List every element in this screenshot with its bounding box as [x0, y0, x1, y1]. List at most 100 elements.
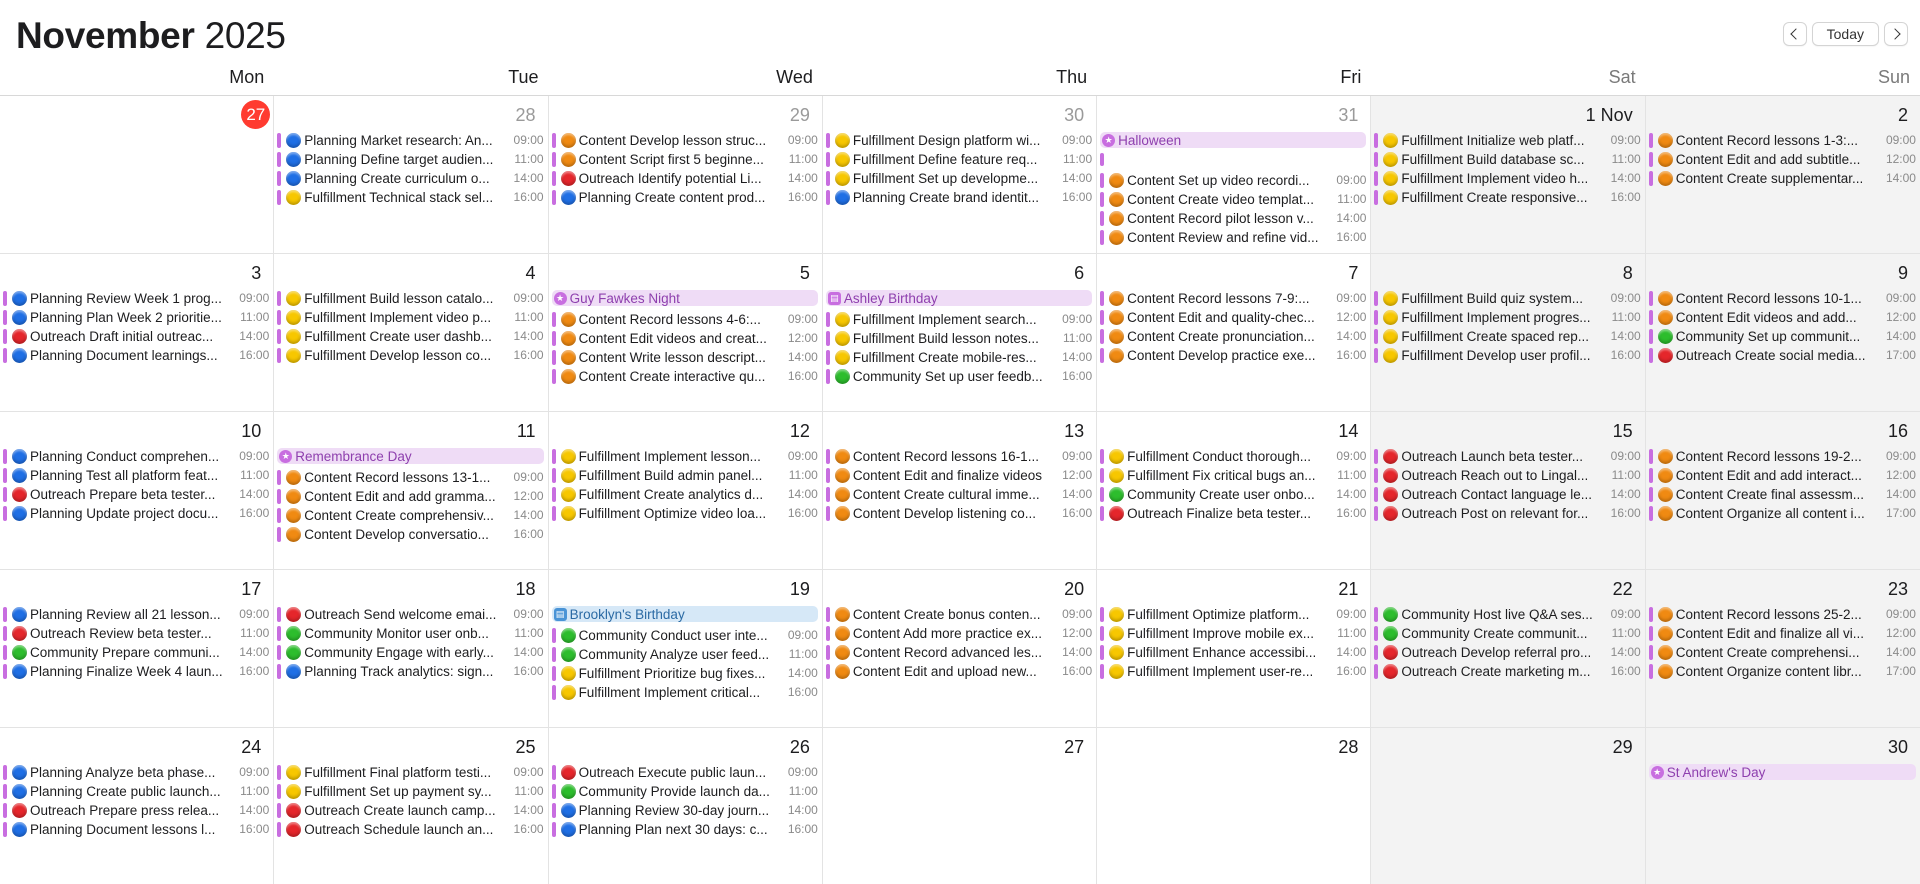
day-cell[interactable]: 28 Planning Market research: An... 09:00 Pl… — [274, 96, 549, 254]
event-item[interactable]: Fulfillment Build lesson catalo... 09:00 — [277, 289, 544, 308]
day-cell[interactable]: 19 ▤ Brooklyn's Birthday Community Conduct … — [548, 570, 823, 728]
event-item[interactable]: Fulfillment Optimize platform... 09:00 — [1100, 605, 1366, 624]
event-item[interactable]: Community Engage with early... 14:00 — [277, 643, 544, 662]
day-cell[interactable]: 26 Outreach Execute public laun... 09:00 Co… — [549, 728, 823, 884]
event-item[interactable]: Content Develop listening co... 16:00 — [825, 504, 1092, 523]
day-cell[interactable]: 29 — [1371, 728, 1646, 884]
event-item[interactable]: Fulfillment Implement video p... 11:00 — [277, 308, 544, 327]
event-item[interactable]: Planning Conduct comprehen... 09:00 — [3, 447, 269, 466]
event-item[interactable]: Community Host live Q&A ses... 09:00 — [1374, 605, 1641, 624]
event-item[interactable]: Content Record lessons 10-1... 09:00 — [1648, 289, 1916, 308]
event-item[interactable]: Outreach Prepare press relea... 14:00 — [3, 801, 269, 820]
event-item[interactable]: Outreach Prepare beta tester... 14:00 — [3, 485, 269, 504]
event-item[interactable]: Fulfillment Technical stack sel... 16:00 — [277, 188, 544, 207]
event-item[interactable]: Outreach Create marketing m... 16:00 — [1374, 662, 1641, 681]
event-item[interactable]: Content Develop lesson struc... 09:00 — [551, 131, 818, 150]
event-item[interactable]: Outreach Finalize beta tester... 16:00 — [1100, 504, 1366, 523]
event-item[interactable]: Fulfillment Build database sc... 11:00 — [1374, 150, 1641, 169]
event-item[interactable]: Planning Review all 21 lesson... 09:00 — [3, 605, 269, 624]
event-item[interactable]: Planning Plan Week 2 prioritie... 11:00 — [3, 308, 269, 327]
event-item[interactable]: Content Set up video recordi... 09:00 — [1100, 171, 1366, 190]
day-cell[interactable]: 3 Planning Review Week 1 prog... 09:00 Plan… — [0, 254, 275, 412]
event-item[interactable]: Outreach Create launch camp... 14:00 — [277, 801, 544, 820]
all-day-event[interactable]: ★ Remembrance Day — [277, 448, 544, 464]
event-item[interactable]: Content Create supplementar... 14:00 — [1648, 169, 1916, 188]
day-cell[interactable]: 10 Planning Conduct comprehen... 09:00 Plan… — [0, 412, 275, 570]
day-cell[interactable]: 5 ★ Guy Fawkes Night Content Record lessons… — [548, 254, 823, 412]
day-cell[interactable]: 13 Content Record lessons 16-1... 09:00 Con… — [822, 412, 1098, 570]
event-item[interactable]: Outreach Develop referral pro... 14:00 — [1374, 643, 1641, 662]
day-cell[interactable]: 27 — [823, 728, 1098, 884]
event-item[interactable]: Fulfillment Create spaced rep... 14:00 — [1374, 327, 1641, 346]
day-cell[interactable]: 4 Fulfillment Build lesson catalo... 09:00… — [274, 254, 549, 412]
previous-month-button[interactable] — [1782, 22, 1807, 46]
event-item[interactable]: Planning Review 30-day journ... 14:00 — [551, 801, 818, 820]
event-item[interactable]: Content Record lessons 1-3:... 09:00 — [1648, 131, 1916, 150]
event-item[interactable]: Content Organize all content i... 17:00 — [1648, 504, 1916, 523]
event-item[interactable]: Fulfillment Final platform testi... 09:00 — [277, 763, 544, 782]
event-item[interactable]: Fulfillment Implement user-re... 16:00 — [1100, 662, 1366, 681]
event-item[interactable]: Content Edit videos and creat... 12:00 — [551, 329, 818, 348]
event-item[interactable]: Planning Create brand identit... 16:00 — [825, 188, 1092, 207]
event-item[interactable]: Fulfillment Build lesson notes... 11:00 — [825, 329, 1092, 348]
day-cell[interactable]: 12 Fulfillment Implement lesson... 09:00 Fu… — [548, 412, 823, 570]
event-item[interactable]: Content Create comprehensi... 14:00 — [1648, 643, 1916, 662]
event-item[interactable]: Fulfillment Design platform wi... 09:00 — [825, 131, 1092, 150]
event-item[interactable]: Fulfillment Improve mobile ex... 11:00 — [1100, 624, 1366, 643]
event-item[interactable]: Content Create pronunciation... 14:00 — [1100, 327, 1366, 346]
event-item[interactable]: Content Edit and add interact... 12:00 — [1648, 466, 1916, 485]
event-item[interactable]: Community Provide launch da... 11:00 — [551, 782, 818, 801]
event-item[interactable]: Community Prepare communi... 14:00 — [3, 643, 269, 662]
day-cell[interactable]: 1 Nov Fulfillment Initialize web platf...… — [1371, 96, 1646, 254]
day-cell[interactable]: 27 — [0, 96, 275, 254]
event-item[interactable]: Planning Track analytics: sign... 16:00 — [277, 662, 544, 681]
event-item[interactable]: Outreach Execute public laun... 09:00 — [551, 763, 818, 782]
event-item[interactable]: Fulfillment Create mobile-res... 14:00 — [825, 348, 1092, 367]
event-item[interactable]: Fulfillment Implement lesson... 09:00 — [551, 447, 818, 466]
day-cell[interactable]: 20 Content Create bonus conten... 09:00 Con… — [822, 570, 1098, 728]
all-day-event[interactable]: ▤ Ashley Birthday — [825, 290, 1093, 306]
event-item[interactable]: Community Set up communit... 14:00 — [1648, 327, 1916, 346]
event-item[interactable]: Content Script first 5 beginne... 11:00 — [551, 150, 818, 169]
event-item[interactable]: Fulfillment Create analytics d... 14:00 — [551, 485, 818, 504]
day-cell[interactable]: 30 ★ St Andrew's Day — [1645, 728, 1920, 884]
event-item[interactable]: Fulfillment Build admin panel... 11:00 — [551, 466, 818, 485]
event-item[interactable]: Planning Review Week 1 prog... 09:00 — [3, 289, 269, 308]
event-item[interactable]: Community Conduct user inte... 09:00 — [551, 626, 818, 645]
event-item[interactable]: Outreach Schedule launch an... 16:00 — [277, 820, 544, 839]
today-button[interactable]: Today — [1811, 22, 1879, 46]
event-item[interactable]: Content Review and refine vid... 16:00 — [1100, 228, 1366, 247]
event-item[interactable]: Planning Document lessons l... 16:00 — [3, 820, 269, 839]
event-item[interactable]: Community Create communit... 11:00 — [1374, 624, 1641, 643]
event-item[interactable]: Outreach Post on relevant for... 16:00 — [1374, 504, 1641, 523]
day-cell[interactable]: 15 Outreach Launch beta tester... 09:00 Out… — [1371, 412, 1646, 570]
event-item[interactable]: Content Write lesson descript... 14:00 — [551, 348, 818, 367]
event-item[interactable]: Fulfillment Implement critical... 16:00 — [551, 683, 818, 702]
event-item[interactable]: Fulfillment Set up payment sy... 11:00 — [277, 782, 544, 801]
event-item[interactable]: Planning Define target audien... 11:00 — [277, 150, 544, 169]
event-item[interactable]: Content Organize content libr... 17:00 — [1648, 662, 1916, 681]
event-item[interactable]: Planning Test all platform feat... 11:00 — [3, 466, 269, 485]
event-item[interactable]: Content Edit and finalize all vi... 12:00 — [1648, 624, 1916, 643]
event-item[interactable]: Fulfillment Implement search... 09:00 — [825, 310, 1092, 329]
event-item[interactable]: Fulfillment Prioritize bug fixes... 14:00 — [551, 664, 818, 683]
day-cell[interactable]: 29 Content Develop lesson struc... 09:00 Co… — [548, 96, 823, 254]
day-cell[interactable]: 11 ★ Remembrance Day Content Record lessons… — [274, 412, 549, 570]
event-item[interactable]: Community Set up user feedb... 16:00 — [825, 367, 1092, 386]
event-item[interactable]: Fulfillment Create responsive... 16:00 — [1374, 188, 1641, 207]
day-cell[interactable]: 9 Content Record lessons 10-1... 09:00 Cont… — [1645, 254, 1920, 412]
next-month-button[interactable] — [1884, 22, 1908, 46]
all-day-event[interactable]: ▤ Brooklyn's Birthday — [551, 606, 818, 622]
day-cell[interactable]: 7 Content Record lessons 7-9:... 09:00 Cont… — [1097, 254, 1372, 412]
event-item[interactable]: Fulfillment Build quiz system... 09:00 — [1374, 289, 1641, 308]
event-item[interactable]: Content Create cultural imme... 14:00 — [825, 485, 1092, 504]
event-item[interactable]: Planning Update project docu... 16:00 — [3, 504, 269, 523]
day-cell[interactable]: 30 Fulfillment Design platform wi... 09:00… — [822, 96, 1098, 254]
day-cell[interactable]: 23 Content Record lessons 25-2... 09:00 Con… — [1645, 570, 1920, 728]
event-item[interactable]: Planning Market research: An... 09:00 — [277, 131, 544, 150]
event-item[interactable]: Content Record lessons 25-2... 09:00 — [1648, 605, 1916, 624]
day-cell[interactable]: 28 — [1097, 728, 1372, 884]
event-item[interactable]: Content Create comprehensiv... 14:00 — [277, 506, 544, 525]
event-item[interactable]: Fulfillment Define feature req... 11:00 — [825, 150, 1092, 169]
day-cell[interactable]: 2 Content Record lessons 1-3:... 09:00 Cont… — [1645, 96, 1920, 254]
